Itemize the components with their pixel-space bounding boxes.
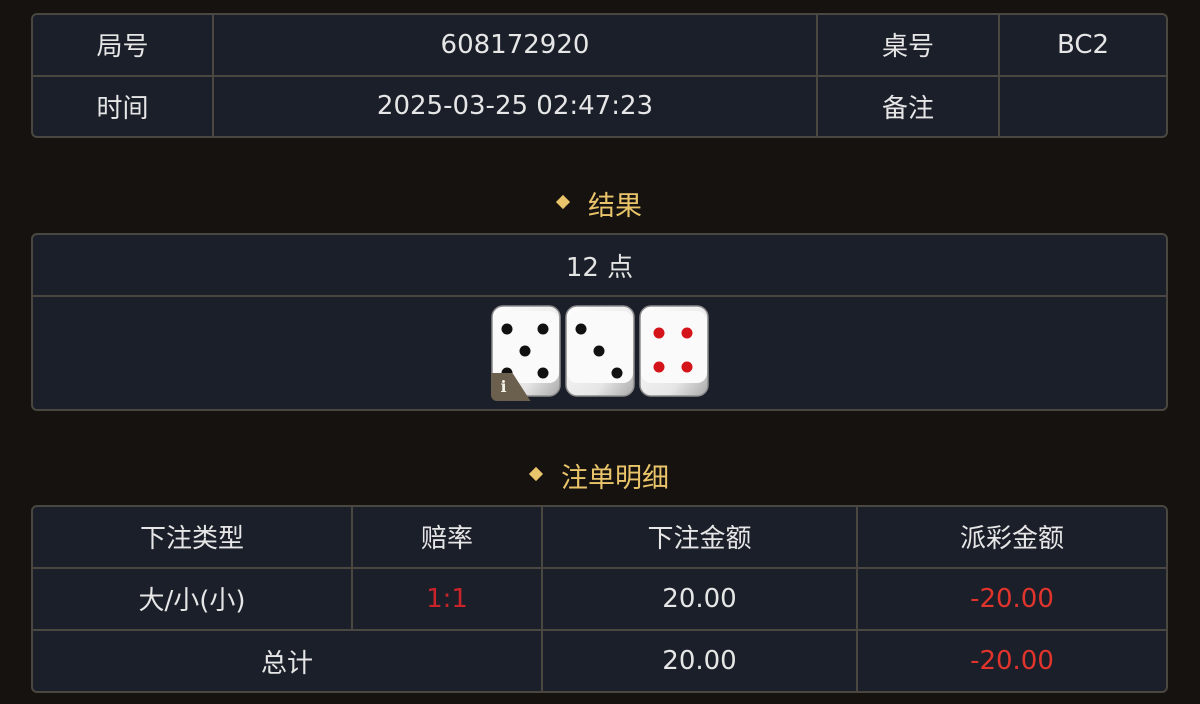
bet-amount-cell: 20.00: [541, 566, 858, 632]
bet-row: 大/小(小) 1:1 20.00 -20.00: [33, 566, 1166, 632]
die-1: i: [490, 305, 561, 401]
result-section-title: 结果: [0, 184, 1200, 223]
die-2: [564, 305, 635, 401]
die-face-3-icon: [564, 305, 635, 397]
bet-header-row: 下注类型 赔率 下注金额 派彩金额: [33, 507, 1166, 569]
result-title-text: 结果: [588, 191, 642, 222]
header-payout: 派彩金额: [856, 507, 1166, 569]
bet-details-panel: 下注类型 赔率 下注金额 派彩金额 大/小(小) 1:1 20.00 -20.0…: [31, 505, 1168, 693]
bet-details-title-text: 注单明细: [561, 463, 669, 494]
bet-type-cell: 大/小(小): [33, 566, 353, 632]
die-3: [638, 305, 709, 401]
total-row: 总计 20.00 -20.00: [33, 629, 1166, 691]
round-info-row: 局号 608172920 桌号 BC2: [33, 15, 1166, 77]
diamond-icon: [555, 194, 571, 209]
time-label: 时间: [33, 74, 214, 136]
bet-details-section-title: 注单明细: [0, 456, 1200, 495]
result-panel: 12 点 i: [31, 233, 1168, 411]
round-number-label: 局号: [33, 15, 214, 77]
result-points: 12 点: [33, 235, 1166, 297]
round-number-value: 608172920: [212, 15, 818, 77]
header-bet-type: 下注类型: [33, 507, 353, 569]
die-face-4-icon: [638, 305, 709, 397]
odds-cell: 1:1: [351, 566, 543, 632]
round-info-table: 局号 608172920 桌号 BC2 时间 2025-03-25 02:47:…: [33, 15, 1166, 136]
time-value: 2025-03-25 02:47:23: [212, 74, 818, 136]
header-bet-amount: 下注金额: [541, 507, 858, 569]
bet-details-table: 下注类型 赔率 下注金额 派彩金额 大/小(小) 1:1 20.00 -20.0…: [33, 507, 1166, 691]
dice-row: i: [33, 297, 1166, 409]
remark-label: 备注: [816, 74, 1000, 136]
total-bet-amount: 20.00: [541, 629, 858, 691]
time-info-row: 时间 2025-03-25 02:47:23 备注: [33, 74, 1166, 136]
header-odds: 赔率: [351, 507, 543, 569]
diamond-icon: [528, 466, 544, 481]
remark-value: [998, 74, 1166, 136]
total-payout: -20.00: [856, 629, 1166, 691]
table-number-value: BC2: [998, 15, 1166, 77]
payout-cell: -20.00: [856, 566, 1166, 632]
table-number-label: 桌号: [816, 15, 1000, 77]
round-info-panel: 局号 608172920 桌号 BC2 时间 2025-03-25 02:47:…: [31, 13, 1168, 138]
total-label: 总计: [33, 629, 543, 691]
